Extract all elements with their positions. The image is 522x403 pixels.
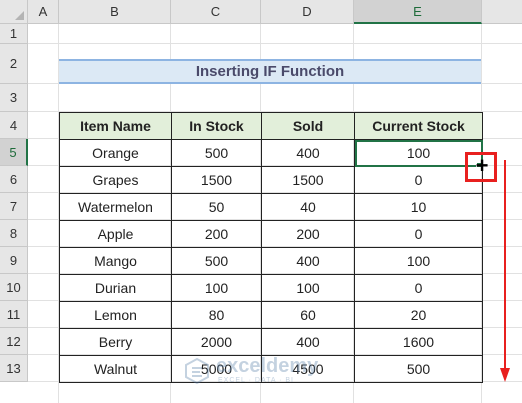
column-header-c[interactable]: C [171,0,261,24]
item-name-cell[interactable]: Durian [59,274,172,302]
in-stock-cell[interactable]: 100 [171,274,262,302]
column-header-e[interactable]: E [354,0,482,24]
header-sold[interactable]: Sold [261,112,355,140]
watermark-logo-icon [185,357,209,385]
exceldemy-watermark: exceldemy EXCEL · DATA · BI [182,355,342,385]
row-header-9[interactable]: 9 [0,247,28,274]
sold-cell[interactable]: 100 [261,274,355,302]
column-header-f-partial[interactable] [482,0,522,24]
column-header-a[interactable]: A [28,0,59,24]
current-stock-cell[interactable]: 1600 [354,328,483,356]
row-header-2[interactable]: 2 [0,44,28,84]
column-header-d[interactable]: D [261,0,354,24]
sold-cell[interactable]: 400 [261,247,355,275]
table-header-row: Item Name In Stock Sold Current Stock [59,112,483,140]
sold-cell[interactable]: 60 [261,301,355,329]
row-gridline [28,43,522,44]
row-header-1[interactable]: 1 [0,24,28,44]
column-header-b[interactable]: B [59,0,171,24]
in-stock-cell[interactable]: 500 [171,247,262,275]
item-name-cell[interactable]: Lemon [59,301,172,329]
sold-cell[interactable]: 200 [261,220,355,248]
item-name-cell[interactable]: Grapes [59,166,172,194]
stock-table: Item Name In Stock Sold Current Stock Or… [59,112,483,383]
row-header-13[interactable]: 13 [0,355,28,382]
row-header-11[interactable]: 11 [0,301,28,328]
in-stock-cell[interactable]: 500 [171,139,262,167]
row-header-12[interactable]: 12 [0,328,28,355]
current-stock-cell[interactable]: 500 [354,355,483,383]
in-stock-cell[interactable]: 200 [171,220,262,248]
item-name-cell[interactable]: Mango [59,247,172,275]
in-stock-cell[interactable]: 1500 [171,166,262,194]
row-header-6[interactable]: 6 [0,166,28,193]
sold-cell[interactable]: 1500 [261,166,355,194]
table-row: Watermelon 50 40 10 [59,193,483,221]
header-in-stock[interactable]: In Stock [171,112,262,140]
row-header-10[interactable]: 10 [0,274,28,301]
table-row: Durian 100 100 0 [59,274,483,302]
select-all-triangle-icon [15,11,24,20]
row-header-4[interactable]: 4 [0,112,28,139]
table-body: Orange 500 400 100 Grapes 1500 1500 0 Watermelon… [59,139,483,383]
row-header-3[interactable]: 3 [0,84,28,112]
table-row: Berry 2000 400 1600 [59,328,483,356]
table-row: Orange 500 400 100 [59,139,483,167]
fill-cursor-icon: + [475,153,489,178]
row-header-8[interactable]: 8 [0,220,28,247]
header-current-stock[interactable]: Current Stock [354,112,483,140]
item-name-cell[interactable]: Orange [59,139,172,167]
item-name-cell[interactable]: Apple [59,220,172,248]
drag-down-arrow-icon [500,160,510,382]
sold-cell[interactable]: 400 [261,139,355,167]
table-row: Lemon 80 60 20 [59,301,483,329]
current-stock-cell[interactable]: 0 [354,166,483,194]
current-stock-cell[interactable]: 0 [354,220,483,248]
row-header-5[interactable]: 5 [0,139,28,166]
in-stock-cell[interactable]: 2000 [171,328,262,356]
current-stock-cell[interactable]: 10 [354,193,483,221]
in-stock-cell[interactable]: 80 [171,301,262,329]
current-stock-cell[interactable]: 0 [354,274,483,302]
current-stock-cell[interactable]: 100 [354,247,483,275]
sold-cell[interactable]: 400 [261,328,355,356]
item-name-cell[interactable]: Walnut [59,355,172,383]
current-stock-cell[interactable]: 100 [354,139,483,167]
table-row: Apple 200 200 0 [59,220,483,248]
current-stock-cell[interactable]: 20 [354,301,483,329]
item-name-cell[interactable]: Watermelon [59,193,172,221]
sheet-title[interactable]: Inserting IF Function [59,59,481,84]
in-stock-cell[interactable]: 50 [171,193,262,221]
header-item-name[interactable]: Item Name [59,112,172,140]
table-row: Mango 500 400 100 [59,247,483,275]
row-header-7[interactable]: 7 [0,193,28,220]
item-name-cell[interactable]: Berry [59,328,172,356]
select-all-corner[interactable] [0,0,28,24]
table-row: Grapes 1500 1500 0 [59,166,483,194]
sold-cell[interactable]: 40 [261,193,355,221]
